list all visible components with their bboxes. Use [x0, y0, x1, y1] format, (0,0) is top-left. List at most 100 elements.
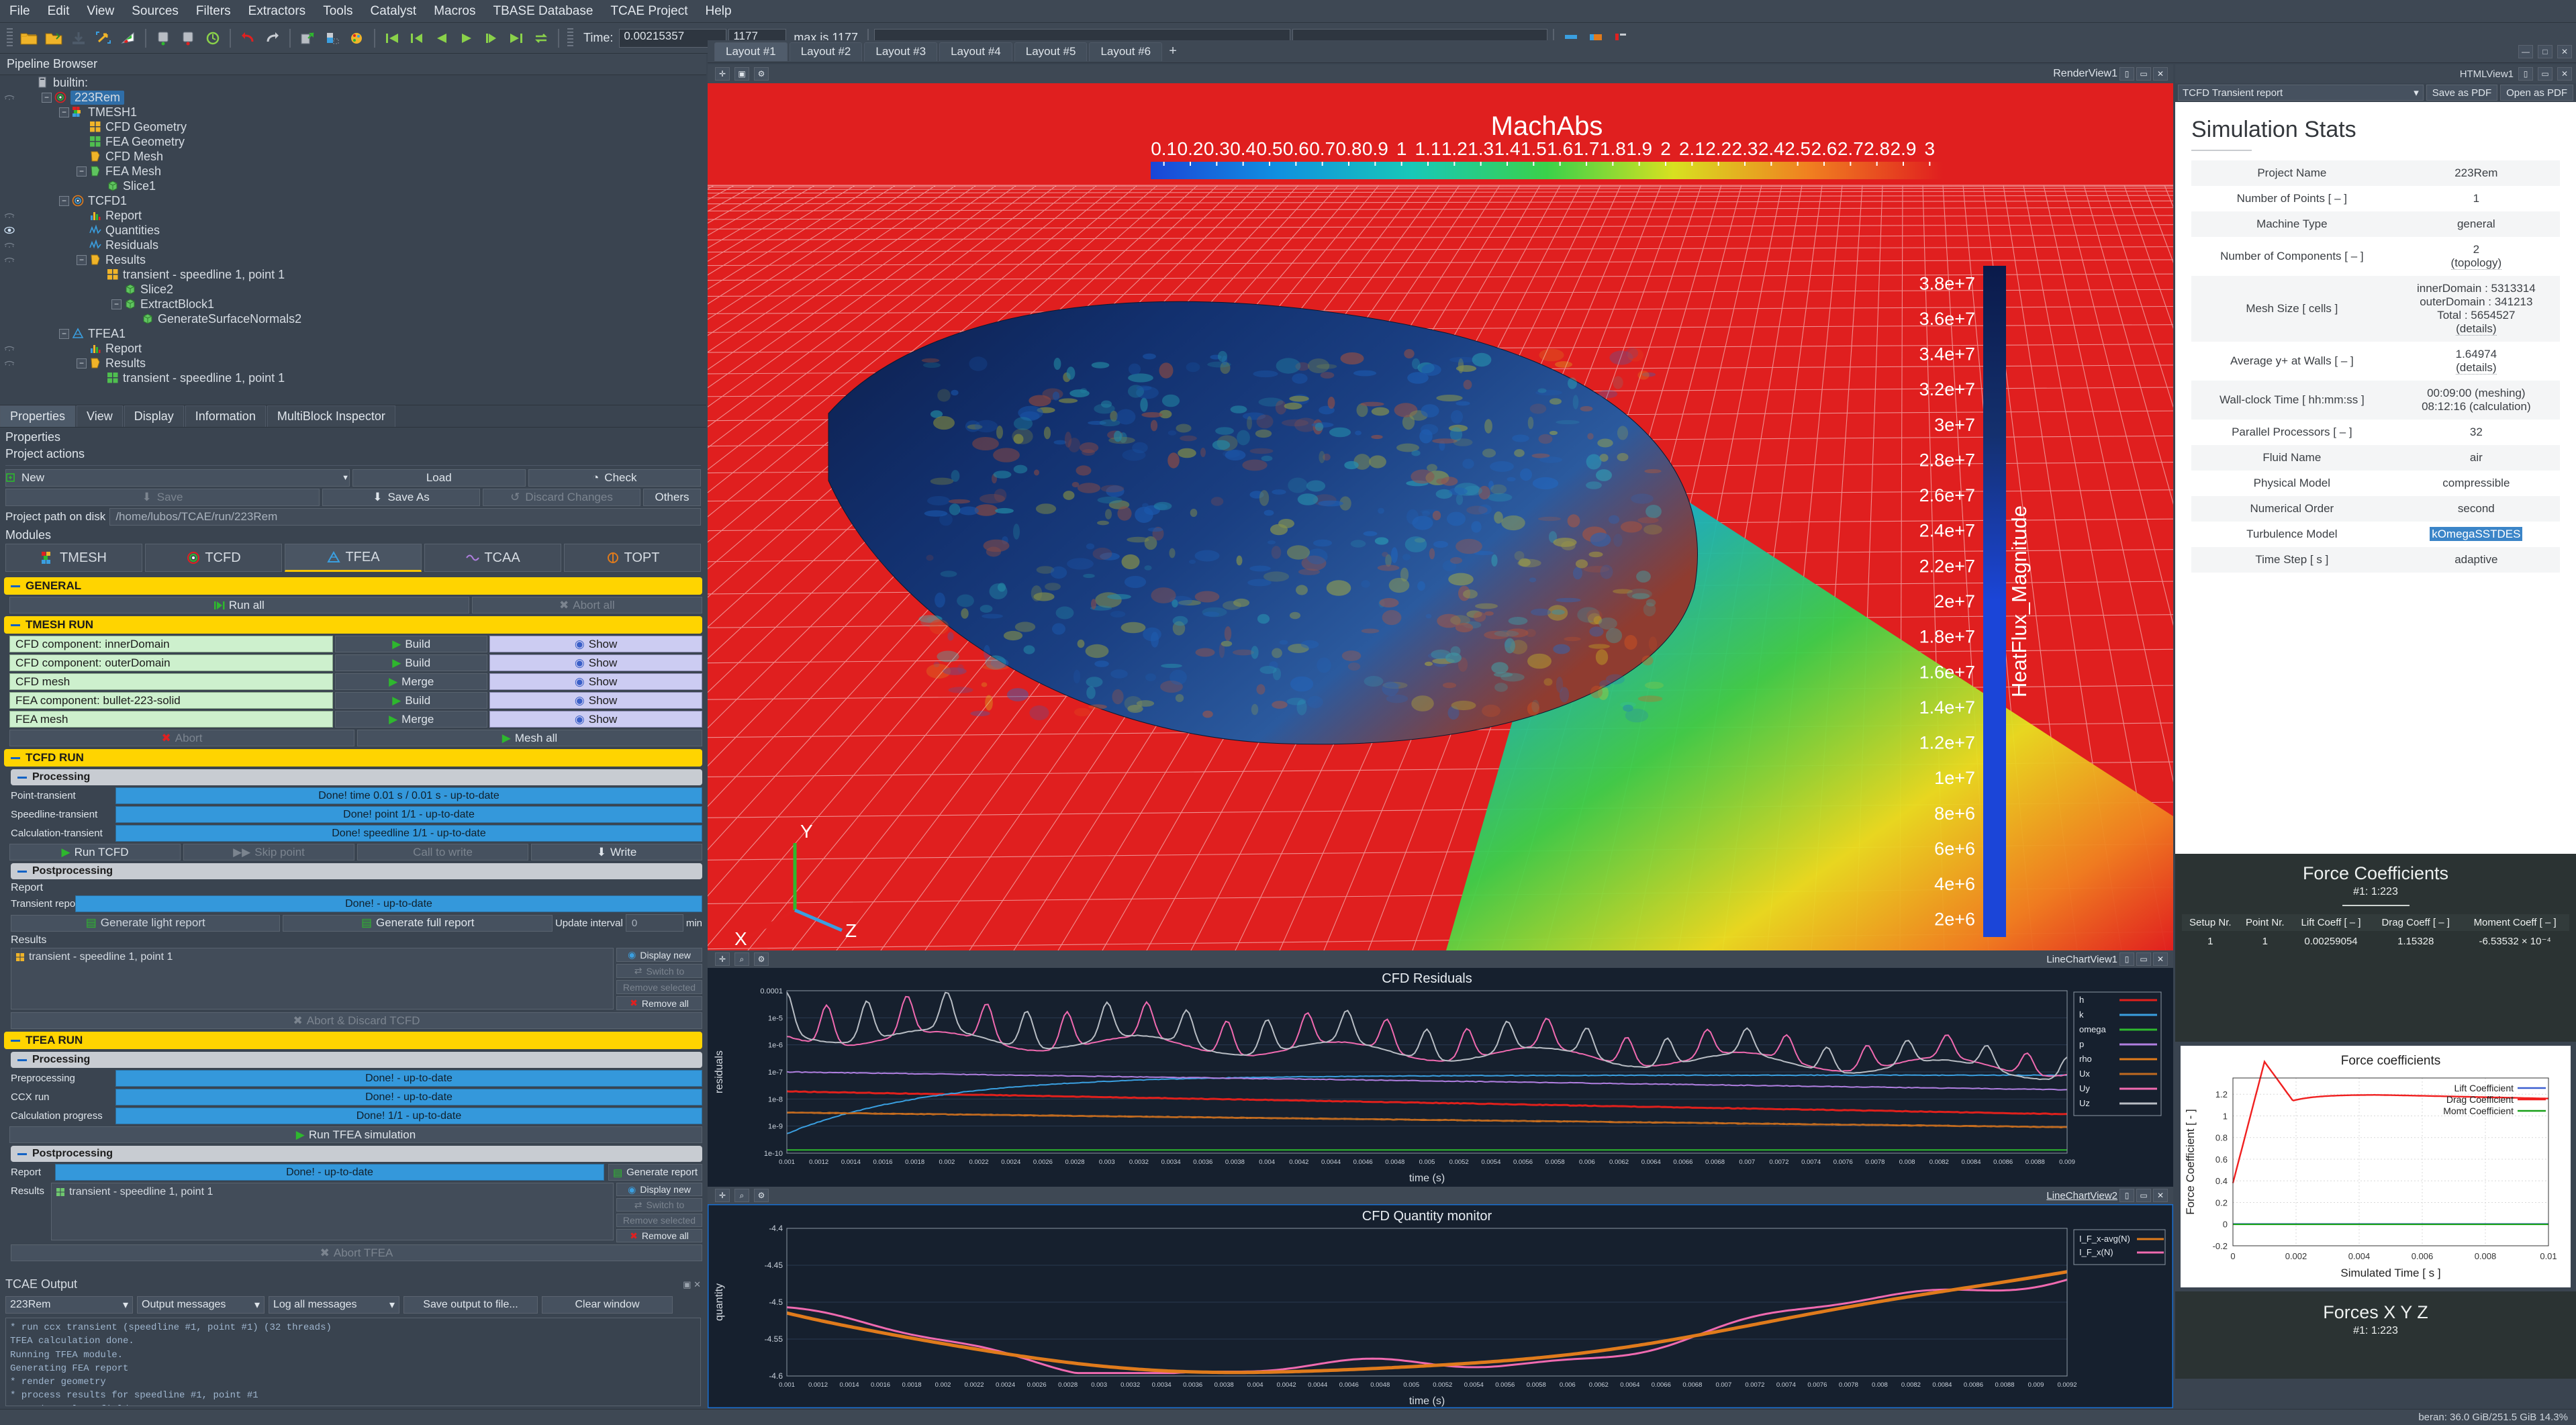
pipeline-item-cfd-mesh[interactable]: CFD Mesh [0, 149, 706, 164]
save-project-button[interactable]: ⬇ Save [5, 489, 320, 506]
chart-settings-icon-2[interactable]: ⚙ [754, 1189, 769, 1202]
load-project-button[interactable]: Load [352, 469, 526, 487]
next-frame-icon[interactable] [480, 27, 503, 50]
pipeline-item-builtin[interactable]: builtin: [0, 75, 706, 90]
abort-all-button[interactable]: ✖ Abort all [472, 597, 702, 613]
layout-minimize-icon[interactable]: — [2518, 45, 2533, 58]
time-grip[interactable] [567, 28, 573, 48]
check-project-button[interactable]: ◔ Check [528, 469, 702, 487]
disconnect-server-icon[interactable] [177, 27, 199, 50]
tfea-remove-selected-button[interactable]: Remove selected [616, 1214, 702, 1227]
tcfd-remove-all-button[interactable]: ✖ Remove all [616, 996, 702, 1010]
first-frame-icon[interactable] [381, 27, 403, 50]
cfd-quantity-chart[interactable]: CFD Quantity monitor-4.4-4.45-4.5-4.55-4… [708, 1204, 2173, 1408]
tcfd-processing-header[interactable]: Processing [11, 769, 702, 785]
eye-toggle-icon[interactable] [4, 344, 24, 352]
tfea-run-section-header[interactable]: TFEA RUN [4, 1032, 702, 1049]
tree-expander[interactable]: − [77, 255, 87, 265]
layout-tab-2[interactable]: Layout #2 [790, 42, 863, 61]
write-button[interactable]: ⬇ Write [531, 844, 702, 861]
tmesh-action-button[interactable]: ▶Merge [335, 711, 487, 728]
tree-expander[interactable]: − [111, 299, 122, 309]
reload-icon[interactable] [201, 27, 224, 50]
discard-changes-button[interactable]: ↺ Discard Changes [483, 489, 640, 506]
menu-extractors[interactable]: Extractors [248, 4, 306, 19]
render-view[interactable]: MachAbs0.10.20.30.40.50.60.70.80.911.11.… [708, 64, 2173, 950]
save-output-button[interactable]: Save output to file... [403, 1296, 538, 1314]
module-tfea[interactable]: TFEA [285, 544, 422, 572]
menu-catalyst[interactable]: Catalyst [371, 4, 417, 19]
module-tcaa[interactable]: TCAA [424, 544, 561, 572]
tree-expander[interactable]: − [59, 107, 69, 117]
pipeline-item-extractblock1[interactable]: −ExtractBlock1 [0, 297, 706, 311]
eye-toggle-icon[interactable] [4, 241, 24, 249]
pipeline-item-tfea1[interactable]: −TFEA1 [0, 326, 706, 341]
run-all-button[interactable]: Run all [9, 597, 469, 613]
tcfd-remove-selected-button[interactable]: Remove selected [616, 980, 702, 994]
simulation-stats-document[interactable]: Simulation Stats Project Name223RemNumbe… [2175, 102, 2576, 854]
redo-icon[interactable] [261, 27, 284, 50]
menu-tcae-project[interactable]: TCAE Project [610, 4, 687, 19]
module-tmesh[interactable]: TMESH [5, 544, 142, 572]
tcfd-abort-discard-button[interactable]: ✖ Abort & Discard TCFD [11, 1012, 702, 1029]
tmesh-action-button[interactable]: ▶Build [335, 692, 487, 709]
update-interval-field[interactable]: 0 [626, 914, 683, 932]
new-project-button[interactable]: New ▼ [5, 469, 350, 487]
chart2-split-h-icon[interactable]: ▯ [2119, 1189, 2134, 1202]
tfea-display-new-button[interactable]: ◉ Display new [616, 1183, 702, 1196]
save-as-button[interactable]: ⬇ Save As [322, 489, 480, 506]
menu-sources[interactable]: Sources [132, 4, 179, 19]
loop-icon[interactable] [530, 27, 553, 50]
tfea-remove-all-button[interactable]: ✖ Remove all [616, 1229, 702, 1242]
tfea-postprocessing-header[interactable]: Postprocessing [11, 1146, 702, 1162]
eye-toggle-icon[interactable] [4, 93, 24, 101]
chart-zoom-icon-2[interactable]: ⌕ [734, 1189, 749, 1202]
add-layout-icon[interactable]: + [1164, 43, 1182, 60]
chart-pick-icon-2[interactable]: ✛ [715, 1189, 730, 1202]
stats-note[interactable]: (topology) [2451, 256, 2502, 270]
chart-settings-icon[interactable]: ⚙ [754, 952, 769, 966]
undo-icon[interactable] [236, 27, 259, 50]
chart-close-icon[interactable]: ✕ [2153, 952, 2168, 966]
layout-tab-5[interactable]: Layout #5 [1014, 42, 1088, 61]
menu-help[interactable]: Help [706, 4, 732, 19]
tmesh-show-button[interactable]: ◉Show [489, 711, 702, 728]
menu-macros[interactable]: Macros [434, 4, 475, 19]
view-camera-icon[interactable]: ▣ [734, 67, 749, 81]
tree-expander[interactable]: − [59, 329, 69, 339]
eye-toggle-icon[interactable] [4, 359, 24, 367]
save-screenshot-icon[interactable] [92, 27, 115, 50]
view-settings-icon[interactable]: ⚙ [754, 67, 769, 81]
chevron-down-icon[interactable]: ▼ [342, 474, 349, 482]
tfea-switch-to-button[interactable]: ⇄ Switch to [616, 1198, 702, 1212]
pipeline-item-transient-speedline-1-point-1[interactable]: transient - speedline 1, point 1 [0, 371, 706, 385]
open-as-pdf-button[interactable]: Open as PDF [2500, 85, 2573, 101]
tfea-generate-report-button[interactable]: ▤ Generate report [608, 1164, 702, 1181]
play-reverse-icon[interactable] [430, 27, 453, 50]
view-split-h-icon[interactable]: ▯ [2119, 67, 2134, 81]
save-animation-icon[interactable] [117, 27, 140, 50]
layout-maximize-icon[interactable]: □ [2538, 45, 2553, 58]
layout-tab-1[interactable]: Layout #1 [714, 42, 788, 61]
mesh-all-button[interactable]: ▶ Mesh all [357, 730, 702, 746]
tree-expander[interactable]: − [77, 166, 87, 177]
menu-view[interactable]: View [87, 4, 114, 19]
chart2-close-icon[interactable]: ✕ [2153, 1189, 2168, 1202]
render-view-canvas[interactable]: MachAbs0.10.20.30.40.50.60.70.80.911.11.… [708, 64, 2173, 950]
force-coefficients-chart[interactable]: Force coefficients-0.200.20.40.60.811.20… [2181, 1046, 2571, 1287]
chart-zoom-icon[interactable]: ⌕ [734, 952, 749, 966]
eye-toggle-icon[interactable] [4, 211, 24, 219]
tfea-results-list[interactable]: transient - speedline 1, point 1 [51, 1183, 614, 1240]
pipeline-item-generatesurfacenormals2[interactable]: GenerateSurfaceNormals2 [0, 311, 706, 326]
tmesh-action-button[interactable]: ▶Build [335, 654, 487, 671]
view-split-v-icon[interactable]: ▭ [2136, 67, 2151, 81]
view-pick-icon[interactable]: ✛ [715, 67, 730, 81]
layout-tab-6[interactable]: Layout #6 [1089, 42, 1162, 61]
previous-frame-icon[interactable] [406, 27, 428, 50]
tcfd-run-section-header[interactable]: TCFD RUN [4, 749, 702, 767]
view-close-icon[interactable]: ✕ [2153, 67, 2168, 81]
tcfd-display-new-button[interactable]: ◉ Display new [616, 948, 702, 962]
output-window-controls[interactable]: ▣ ✕ [683, 1279, 701, 1290]
tmesh-show-button[interactable]: ◉Show [489, 654, 702, 671]
output-log-text[interactable]: * run ccx transient (speedline #1, point… [5, 1318, 701, 1406]
